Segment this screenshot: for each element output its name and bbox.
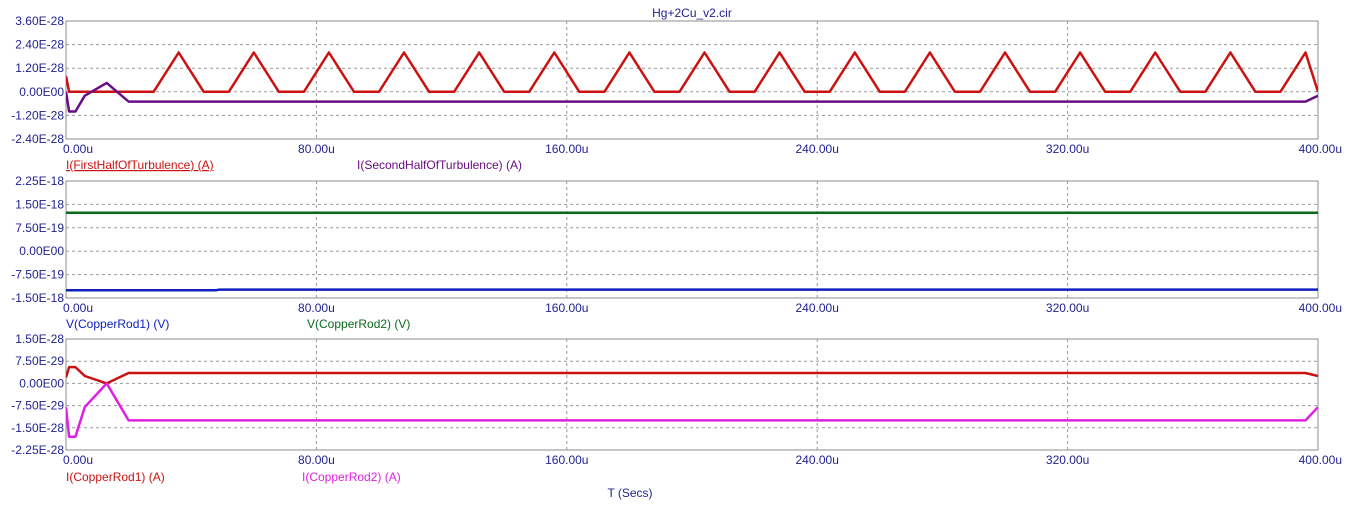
y-tick-label: 1.50E-18 [15,197,64,211]
y-tick-label: -1.50E-18 [11,291,64,305]
legend-label-1[interactable]: V(CopperRod1) (V) [66,317,169,331]
x-tick-label: 320.00u [1046,301,1089,315]
y-tick-label: 3.60E-28 [15,14,64,28]
legend-label-2[interactable]: V(CopperRod2) (V) [307,317,410,331]
y-tick-label: 0.00E00 [19,85,64,99]
x-tick-label: 0.00u [63,142,93,156]
x-tick-label: 400.00u [1299,453,1342,467]
plot-frame [65,180,1319,299]
legend-label-2[interactable]: I(SecondHalfOfTurbulence) (A) [357,158,522,172]
x-tick-label: 0.00u [63,301,93,315]
plot-frame [65,20,1319,140]
x-tick-label: 240.00u [796,142,839,156]
plot-frame [65,338,1319,451]
x-tick-label: 400.00u [1299,142,1342,156]
plot-panels: 3.60E-28 2.40E-28 1.20E-28 0.00E00 -1.20E-28… [11,14,1342,484]
plot-panel-2: 2.25E-18 1.50E-18 7.50E-19 0.00E00 -7.50E-19… [11,174,1342,331]
x-tick-label: 320.00u [1046,453,1089,467]
series-line-1 [66,365,1318,385]
y-tick-label: -2.40E-28 [11,132,64,146]
plot-panel-3: 1.50E-28 7.50E-29 0.00E00 -7.50E-29 -1.50E-2… [11,332,1342,484]
x-tick-label: 240.00u [796,453,839,467]
x-tick-label: 400.00u [1299,301,1342,315]
x-tick-label: 240.00u [796,301,839,315]
chart-title: Hg+2Cu_v2.cir [652,6,732,20]
x-tick-label: 0.00u [63,453,93,467]
y-tick-label: 7.50E-19 [15,221,64,235]
legend-label-2[interactable]: I(CopperRod2) (A) [302,470,401,484]
plot-panel-1: 3.60E-28 2.40E-28 1.20E-28 0.00E00 -1.20E-28… [11,14,1342,172]
y-tick-label: -2.25E-28 [11,443,64,457]
y-tick-label: 2.40E-28 [15,38,64,52]
y-tick-label: 0.00E00 [19,376,64,390]
y-tick-label: -7.50E-29 [11,399,64,413]
series-line-2 [66,382,1318,438]
x-tick-label: 80.00u [298,142,335,156]
y-tick-label: 0.00E00 [19,244,64,258]
y-tick-label: -1.50E-28 [11,421,64,435]
y-tick-label: 7.50E-29 [15,354,64,368]
x-tick-label: 80.00u [298,301,335,315]
y-tick-label: -7.50E-19 [11,268,64,282]
x-tick-label: 80.00u [298,453,335,467]
series-line-1 [66,51,1318,94]
chart-canvas: Hg+2Cu_v2.cir 3.60E-28 2.40E-28 1.20E-28 0.… [11,6,1342,500]
x-tick-label: 160.00u [545,453,588,467]
y-tick-label: -1.20E-28 [11,108,64,122]
legend-label-1[interactable]: I(FirstHalfOfTurbulence) (A) [66,158,214,172]
x-axis-label: T (Secs) [607,486,652,500]
x-tick-label: 160.00u [545,142,588,156]
legend-label-1[interactable]: I(CopperRod1) (A) [66,470,165,484]
y-tick-label: 1.20E-28 [15,61,64,75]
x-tick-label: 320.00u [1046,142,1089,156]
y-tick-label: 2.25E-18 [15,174,64,188]
y-tick-label: 1.50E-28 [15,332,64,346]
series-line-1 [66,288,1318,292]
x-tick-label: 160.00u [545,301,588,315]
series-line-2 [66,81,1318,113]
